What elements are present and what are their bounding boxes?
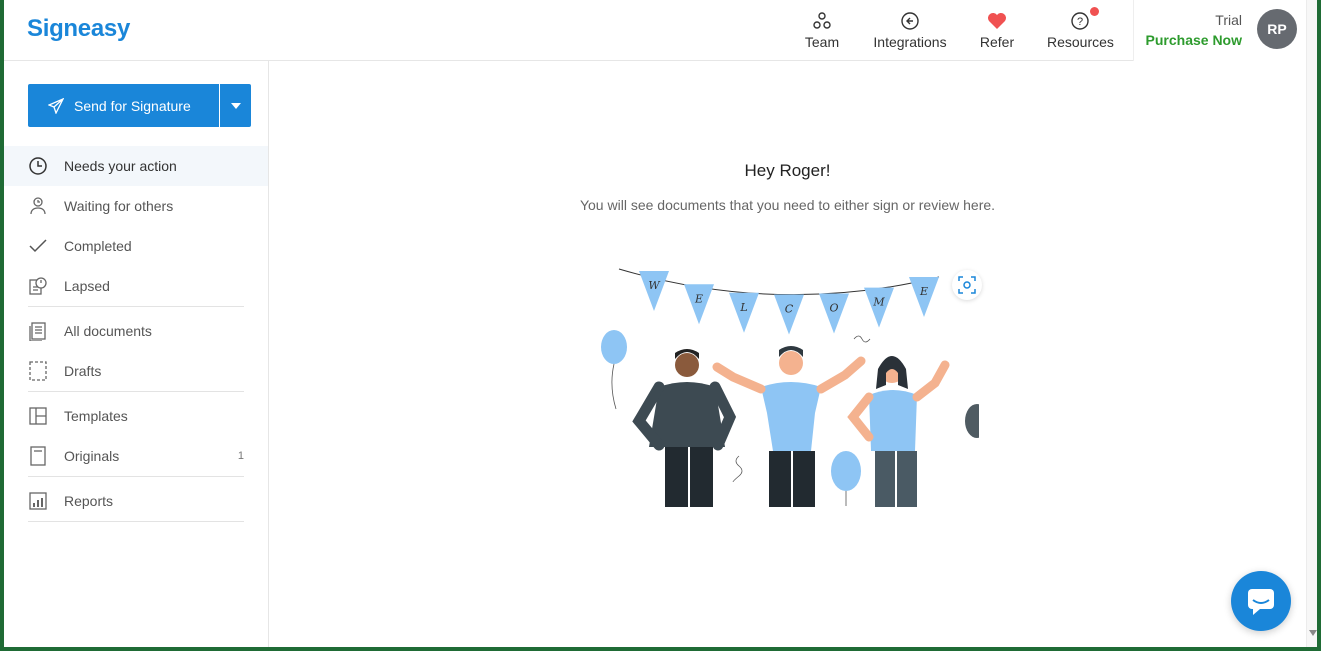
banner-letter: E — [919, 285, 928, 298]
sidebar-item-label: Originals — [64, 448, 120, 464]
sidebar: Send for Signature Needs your action Wai… — [4, 61, 269, 647]
menu-divider — [28, 391, 244, 392]
original-document-icon — [28, 446, 48, 466]
clock-icon — [28, 156, 48, 176]
vertical-scrollbar[interactable] — [1306, 0, 1317, 647]
top-header: Signeasy Team Integrations Refer ? Resou… — [4, 0, 1306, 61]
team-icon — [801, 10, 843, 32]
check-icon — [28, 236, 48, 256]
focus-scan-button[interactable] — [952, 270, 982, 300]
notification-dot — [1090, 7, 1099, 16]
nav-resources-label: Resources — [1047, 34, 1114, 50]
sidebar-item-label: Reports — [64, 493, 114, 509]
menu-divider — [28, 306, 244, 307]
focus-icon — [958, 276, 976, 294]
main-content: Hey Roger! You will see documents that y… — [269, 61, 1306, 647]
help-icon: ? — [1047, 7, 1113, 32]
documents-icon — [28, 321, 48, 341]
sidebar-item-label: Needs your action — [64, 158, 177, 174]
sidebar-item-needs-action[interactable]: Needs your action — [4, 146, 268, 186]
sidebar-item-drafts[interactable]: Drafts — [4, 351, 268, 391]
sidebar-item-label: Waiting for others — [64, 198, 174, 214]
banner-letter: C — [785, 303, 794, 316]
signeasy-logo[interactable]: Signeasy — [27, 15, 130, 43]
originals-count: 1 — [237, 450, 244, 462]
svg-text:?: ? — [1077, 16, 1083, 28]
nav-resources[interactable]: ? Resources — [1047, 7, 1114, 54]
sidebar-item-templates[interactable]: Templates — [4, 396, 268, 436]
chat-support-button[interactable] — [1231, 571, 1291, 631]
nav-refer-label: Refer — [979, 34, 1015, 50]
account-area: Trial Purchase Now RP — [1133, 0, 1306, 61]
template-icon — [28, 406, 48, 426]
heart-icon — [978, 10, 1016, 32]
nav-team[interactable]: Team — [801, 10, 843, 54]
sidebar-menu: Needs your action Waiting for others Com… — [4, 146, 268, 526]
welcome-banner: W E L C O M E — [639, 271, 939, 335]
sidebar-item-label: Completed — [64, 238, 132, 254]
lapsed-document-icon — [28, 276, 48, 296]
welcome-illustration: W E L C O M E — [601, 268, 979, 507]
banner-letter: O — [829, 301, 838, 314]
draft-icon — [28, 361, 48, 381]
sidebar-item-label: Templates — [64, 408, 128, 424]
user-avatar[interactable]: RP — [1257, 9, 1297, 49]
chat-bubble-icon — [1248, 589, 1274, 615]
chevron-down-icon — [230, 102, 241, 109]
scroll-down-arrow-icon[interactable] — [1309, 630, 1317, 636]
purchase-now-link[interactable]: Purchase Now — [1146, 32, 1242, 48]
menu-divider — [28, 476, 244, 477]
greeting-heading: Hey Roger! — [744, 161, 831, 180]
send-options-dropdown[interactable] — [220, 84, 251, 127]
plan-label: Trial — [1215, 12, 1242, 28]
app-window: Signeasy Team Integrations Refer ? Resou… — [4, 0, 1317, 647]
nav-refer[interactable]: Refer — [978, 10, 1016, 54]
sidebar-item-reports[interactable]: Reports — [4, 481, 268, 521]
sidebar-item-waiting[interactable]: Waiting for others — [4, 186, 268, 226]
send-icon — [48, 97, 64, 114]
nav-team-label: Team — [804, 34, 840, 50]
sidebar-item-all-documents[interactable]: All documents — [4, 311, 268, 351]
sidebar-item-lapsed[interactable]: Lapsed — [4, 266, 268, 306]
menu-divider — [28, 521, 244, 522]
sidebar-item-label: Drafts — [64, 363, 102, 379]
banner-letter: L — [739, 301, 747, 314]
sidebar-item-completed[interactable]: Completed — [4, 226, 268, 266]
nav-integrations[interactable]: Integrations — [870, 10, 950, 54]
sidebar-item-originals[interactable]: Originals 1 — [4, 436, 268, 476]
banner-letter: E — [694, 292, 703, 305]
banner-letter: W — [648, 279, 661, 292]
nav-integrations-label: Integrations — [873, 34, 947, 50]
integrations-icon — [870, 10, 950, 32]
user-clock-icon — [28, 196, 48, 216]
sidebar-item-label: Lapsed — [64, 278, 110, 294]
send-for-signature-label: Send for Signature — [74, 97, 191, 114]
sidebar-item-label: All documents — [64, 323, 152, 339]
reports-icon — [28, 491, 48, 511]
empty-state-message: You will see documents that you need to … — [579, 197, 996, 213]
banner-letter: M — [872, 296, 885, 309]
send-for-signature-button[interactable]: Send for Signature — [28, 84, 219, 127]
